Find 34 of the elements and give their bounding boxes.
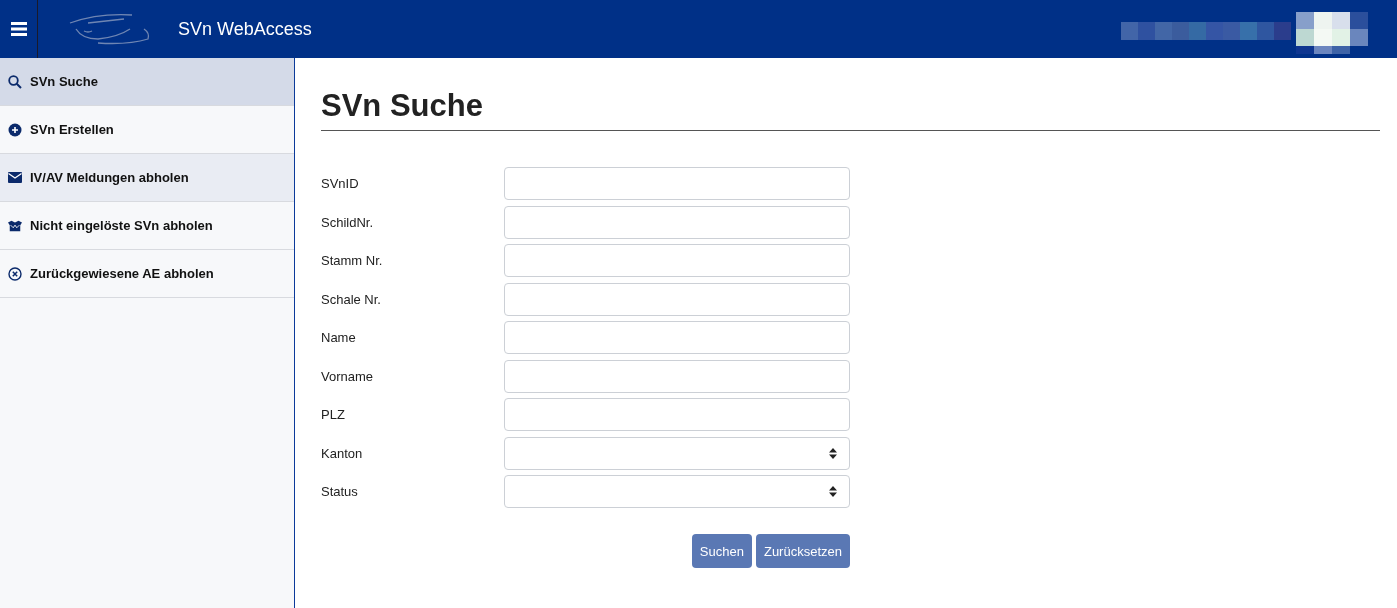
sidebar-item[interactable]: Nicht eingelöste SVn abholen <box>0 202 294 250</box>
page-heading: SVn Suche <box>321 88 1380 131</box>
envelope-icon <box>8 172 22 183</box>
input-field[interactable] <box>504 321 850 354</box>
input-field[interactable] <box>504 282 850 316</box>
input-field[interactable] <box>504 167 850 200</box>
select-field[interactable] <box>504 436 850 470</box>
select-field[interactable] <box>504 475 850 508</box>
sidebar-item[interactable]: Zurückgewiesene AE abholen <box>0 250 294 298</box>
field-label: SchildNr. <box>321 214 375 230</box>
sort-caret-icon <box>829 486 837 497</box>
menu-icon <box>10 22 27 36</box>
field-label: SVnID <box>321 176 360 191</box>
close-circle-icon <box>8 266 22 281</box>
field-label: Schale Nr. <box>321 291 382 307</box>
search-icon <box>8 74 22 89</box>
sidebar-item[interactable]: SVn Suche <box>0 58 294 106</box>
reset-button[interactable]: Zurücksetzen <box>755 534 850 568</box>
field-label: Kanton <box>321 445 364 461</box>
box-icon <box>8 219 22 232</box>
input-field[interactable] <box>504 359 850 393</box>
field-label: PLZ <box>321 407 346 422</box>
field-label: Stamm Nr. <box>321 253 384 268</box>
input-field[interactable] <box>504 398 850 431</box>
search-button[interactable]: Suchen <box>691 534 752 568</box>
app-title: SVn WebAccess <box>178 18 312 40</box>
sidebar-item[interactable]: IV/AV Meldungen abholen <box>0 154 294 202</box>
field-label: Name <box>321 330 357 345</box>
sort-caret-icon <box>829 447 837 459</box>
input-field[interactable] <box>504 205 850 239</box>
field-label: Vorname <box>321 368 375 384</box>
field-label: Status <box>321 484 359 499</box>
input-field[interactable] <box>504 244 850 277</box>
plus-circle-icon <box>8 122 22 137</box>
